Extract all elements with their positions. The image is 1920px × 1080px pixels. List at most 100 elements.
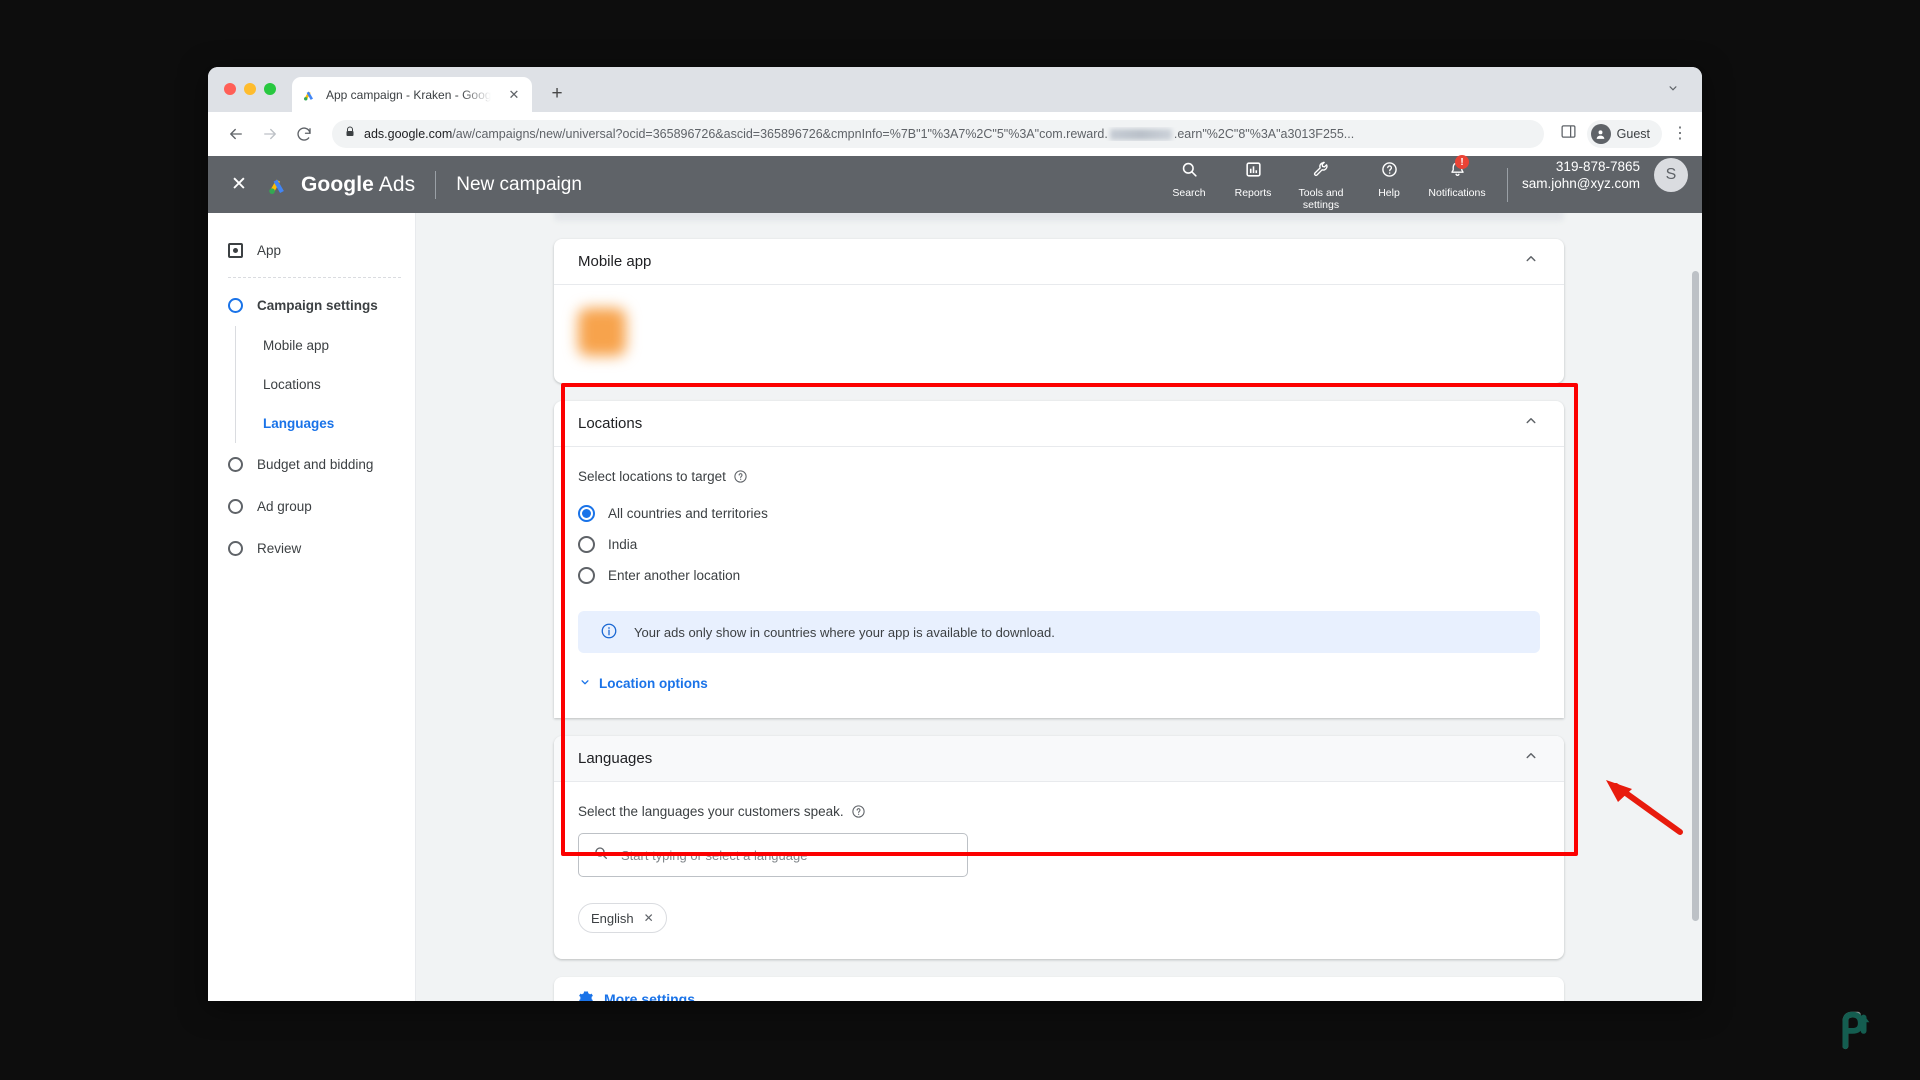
radio-icon[interactable] bbox=[578, 536, 595, 553]
google-ads-logo[interactable]: Google Ads bbox=[266, 172, 415, 198]
language-search-input[interactable]: Start typing or select a language bbox=[621, 848, 807, 863]
header-tools-label: Tools and settings bbox=[1298, 187, 1344, 211]
browser-tabstrip: App campaign - Kraken - Goog ✕ + bbox=[208, 67, 1702, 112]
header-notifications-label: Notifications bbox=[1428, 187, 1486, 199]
header-notifications-button[interactable]: ! Notifications bbox=[1421, 155, 1493, 199]
language-search-box[interactable]: Start typing or select a language bbox=[578, 833, 968, 877]
more-settings-row[interactable]: More settings bbox=[554, 977, 1564, 1001]
chevron-up-icon[interactable] bbox=[1522, 412, 1540, 435]
minimize-window-button[interactable] bbox=[244, 83, 256, 95]
wrench-icon bbox=[1312, 160, 1331, 184]
locations-info-text: Your ads only show in countries where yo… bbox=[634, 624, 1055, 640]
sidebar-item-app-label: App bbox=[257, 242, 282, 258]
help-icon bbox=[1380, 160, 1399, 184]
app-body: App Campaign settings Mobile app Locatio… bbox=[208, 213, 1702, 1001]
location-option-india[interactable]: India bbox=[578, 529, 1540, 560]
location-option-another[interactable]: Enter another location bbox=[578, 560, 1540, 591]
language-chip-label: English bbox=[591, 910, 634, 926]
step-circle-icon bbox=[228, 498, 243, 514]
address-bar[interactable]: ads.google.com/aw/campaigns/new/universa… bbox=[332, 120, 1544, 148]
header-search-button[interactable]: Search bbox=[1157, 158, 1221, 199]
account-phone: 319-878-7865 bbox=[1555, 159, 1640, 174]
person-icon bbox=[1590, 124, 1611, 144]
close-tab-button[interactable]: ✕ bbox=[506, 87, 522, 103]
mobile-app-card-body bbox=[554, 285, 1564, 383]
campaign-sidebar: App Campaign settings Mobile app Locatio… bbox=[208, 213, 416, 1001]
chevron-up-icon[interactable] bbox=[1522, 747, 1540, 770]
locations-info-banner: Your ads only show in countries where yo… bbox=[578, 611, 1540, 653]
header-help-button[interactable]: Help bbox=[1357, 158, 1421, 199]
sidebar-item-ad-group[interactable]: Ad group bbox=[208, 485, 415, 527]
more-settings-label: More settings bbox=[604, 991, 696, 1001]
header-divider bbox=[435, 170, 437, 199]
window-traffic-lights bbox=[224, 83, 276, 95]
sidebar-item-budget-and-bidding[interactable]: Budget and bidding bbox=[208, 443, 415, 485]
radio-icon[interactable] bbox=[578, 567, 595, 584]
avatar[interactable]: S bbox=[1654, 158, 1688, 192]
maximize-window-button[interactable] bbox=[264, 83, 276, 95]
sidebar-subitem-mobile-app[interactable]: Mobile app bbox=[236, 326, 415, 365]
language-chip-english[interactable]: English ✕ bbox=[578, 903, 667, 933]
close-campaign-button[interactable]: ✕ bbox=[226, 173, 252, 196]
lock-icon bbox=[344, 125, 356, 143]
sidebar-divider bbox=[228, 277, 401, 278]
url-redacted-segment bbox=[1109, 128, 1172, 140]
help-circle-icon[interactable] bbox=[733, 469, 748, 484]
side-panel-icon[interactable] bbox=[1560, 123, 1577, 145]
location-option-all-countries-label: All countries and territories bbox=[608, 506, 768, 521]
locations-card: Locations Select locations to target All… bbox=[554, 401, 1564, 718]
sidebar-item-app[interactable]: App bbox=[208, 229, 415, 271]
guest-profile-button[interactable]: Guest bbox=[1586, 120, 1662, 148]
browser-tab[interactable]: App campaign - Kraken - Goog ✕ bbox=[292, 77, 532, 112]
reports-icon bbox=[1244, 160, 1263, 184]
languages-card-header[interactable]: Languages bbox=[554, 736, 1564, 782]
header-actions: Search Reports Tools and settings Help !… bbox=[1157, 155, 1688, 211]
annotation-arrow bbox=[1606, 780, 1683, 835]
sidebar-item-campaign-settings[interactable]: Campaign settings bbox=[208, 284, 415, 326]
header-reports-label: Reports bbox=[1234, 187, 1272, 199]
step-circle-icon bbox=[228, 456, 243, 472]
chevron-down-icon[interactable] bbox=[1666, 81, 1680, 100]
guest-label: Guest bbox=[1616, 127, 1650, 141]
forward-button[interactable] bbox=[256, 120, 284, 148]
location-options-toggle[interactable]: Location options bbox=[578, 675, 1540, 692]
account-email: sam.john@xyz.com bbox=[1522, 176, 1640, 191]
mobile-app-card-header[interactable]: Mobile app bbox=[554, 239, 1564, 285]
mobile-app-card-title: Mobile app bbox=[578, 253, 652, 270]
location-option-all-countries[interactable]: All countries and territories bbox=[578, 498, 1540, 529]
scrollbar-thumb[interactable] bbox=[1692, 271, 1699, 921]
search-icon bbox=[593, 845, 609, 866]
account-info[interactable]: 319-878-7865 sam.john@xyz.com bbox=[1522, 158, 1640, 192]
redacted-app-row bbox=[578, 307, 1540, 357]
address-bar-url: ads.google.com/aw/campaigns/new/universa… bbox=[364, 127, 1354, 141]
languages-field-label: Select the languages your customers spea… bbox=[578, 804, 844, 819]
page-title: New campaign bbox=[456, 173, 582, 195]
main-scroll-pane: Mobile app Locations Select locations to… bbox=[416, 213, 1702, 1001]
locations-card-header[interactable]: Locations bbox=[554, 401, 1564, 447]
sidebar-subitem-locations[interactable]: Locations bbox=[236, 365, 415, 404]
app-icon bbox=[228, 242, 243, 258]
brand-google: Google bbox=[301, 172, 374, 196]
location-option-india-label: India bbox=[608, 537, 638, 552]
header-reports-button[interactable]: Reports bbox=[1221, 158, 1285, 199]
sidebar-subnav: Mobile app Locations Languages bbox=[235, 326, 415, 443]
close-icon[interactable]: ✕ bbox=[644, 911, 654, 925]
main-content: Mobile app Locations Select locations to… bbox=[416, 213, 1702, 1001]
help-circle-icon[interactable] bbox=[851, 804, 866, 819]
browser-window: App campaign - Kraken - Goog ✕ + ads.goo… bbox=[208, 67, 1702, 1001]
header-right-divider bbox=[1507, 167, 1508, 202]
chevron-down-icon bbox=[578, 675, 592, 692]
notification-badge: ! bbox=[1455, 155, 1469, 169]
reload-button[interactable] bbox=[290, 120, 318, 148]
three-dot-menu-icon[interactable]: ⋮ bbox=[1672, 126, 1688, 142]
new-tab-button[interactable]: + bbox=[546, 82, 568, 104]
back-button[interactable] bbox=[222, 120, 250, 148]
languages-card-body: Select the languages your customers spea… bbox=[554, 782, 1564, 959]
radio-icon[interactable] bbox=[578, 505, 595, 522]
sidebar-item-review[interactable]: Review bbox=[208, 527, 415, 569]
close-window-button[interactable] bbox=[224, 83, 236, 95]
sidebar-subitem-languages[interactable]: Languages bbox=[236, 404, 415, 443]
header-tools-button[interactable]: Tools and settings bbox=[1285, 158, 1357, 211]
chevron-up-icon[interactable] bbox=[1522, 250, 1540, 273]
browser-toolbar-right: Guest ⋮ bbox=[1560, 120, 1688, 148]
